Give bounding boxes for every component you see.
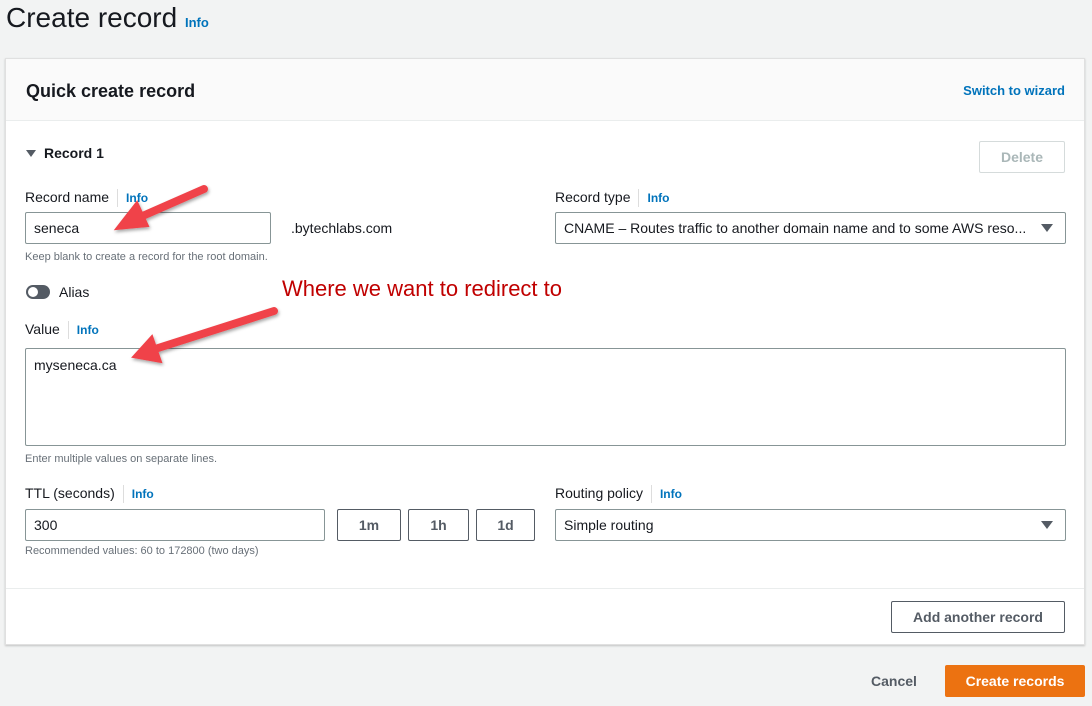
arrow-icon (131, 307, 278, 364)
annotation-arrows (113, 185, 278, 364)
arrow-icon (113, 185, 208, 231)
